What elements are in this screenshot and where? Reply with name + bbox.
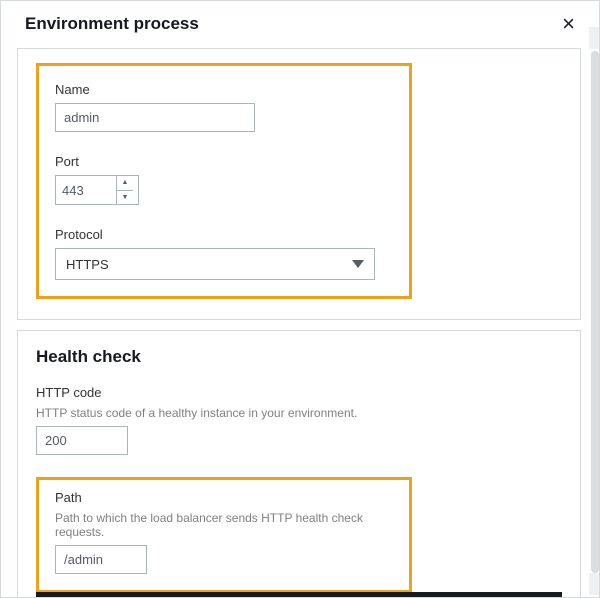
field-path: Path Path to which the load balancer sen… bbox=[55, 490, 393, 574]
path-input[interactable] bbox=[55, 545, 147, 574]
name-input[interactable] bbox=[55, 103, 255, 132]
port-step-up[interactable]: ▲ bbox=[117, 176, 133, 191]
field-port: Port ▲ ▼ bbox=[55, 154, 393, 205]
protocol-label: Protocol bbox=[55, 227, 393, 242]
section-cutoff bbox=[36, 592, 562, 597]
highlight-path: Path Path to which the load balancer sen… bbox=[36, 477, 412, 593]
spinner: ▲ ▼ bbox=[116, 176, 133, 204]
modal-body: Name Port ▲ ▼ Protocol bbox=[1, 48, 599, 598]
name-label: Name bbox=[55, 82, 393, 97]
protocol-value: HTTPS bbox=[66, 257, 109, 272]
close-icon[interactable]: × bbox=[558, 13, 579, 35]
protocol-select[interactable]: HTTPS bbox=[55, 248, 375, 280]
port-label: Port bbox=[55, 154, 393, 169]
field-name: Name bbox=[55, 82, 393, 132]
highlight-process: Name Port ▲ ▼ Protocol bbox=[36, 63, 412, 299]
http-code-hint: HTTP status code of a healthy instance i… bbox=[36, 406, 562, 420]
process-section: Name Port ▲ ▼ Protocol bbox=[17, 48, 581, 320]
scrollbar[interactable] bbox=[591, 51, 599, 573]
scroll-track-top bbox=[589, 27, 599, 49]
modal-title: Environment process bbox=[25, 14, 199, 34]
port-value[interactable] bbox=[56, 177, 116, 204]
port-input[interactable]: ▲ ▼ bbox=[55, 175, 139, 205]
port-step-down[interactable]: ▼ bbox=[117, 191, 133, 205]
path-hint: Path to which the load balancer sends HT… bbox=[55, 511, 393, 539]
field-protocol: Protocol HTTPS bbox=[55, 227, 393, 280]
chevron-down-icon bbox=[352, 260, 364, 268]
path-label: Path bbox=[55, 490, 393, 505]
modal-frame: Environment process × Name Port ▲ ▼ bbox=[0, 0, 600, 598]
scroll-track-bottom bbox=[589, 573, 599, 595]
http-code-input[interactable] bbox=[36, 426, 128, 455]
field-http-code: HTTP code HTTP status code of a healthy … bbox=[36, 385, 562, 455]
http-code-label: HTTP code bbox=[36, 385, 562, 400]
modal-header: Environment process × bbox=[1, 1, 599, 48]
healthcheck-section: Health check HTTP code HTTP status code … bbox=[17, 330, 581, 598]
healthcheck-heading: Health check bbox=[36, 347, 562, 367]
